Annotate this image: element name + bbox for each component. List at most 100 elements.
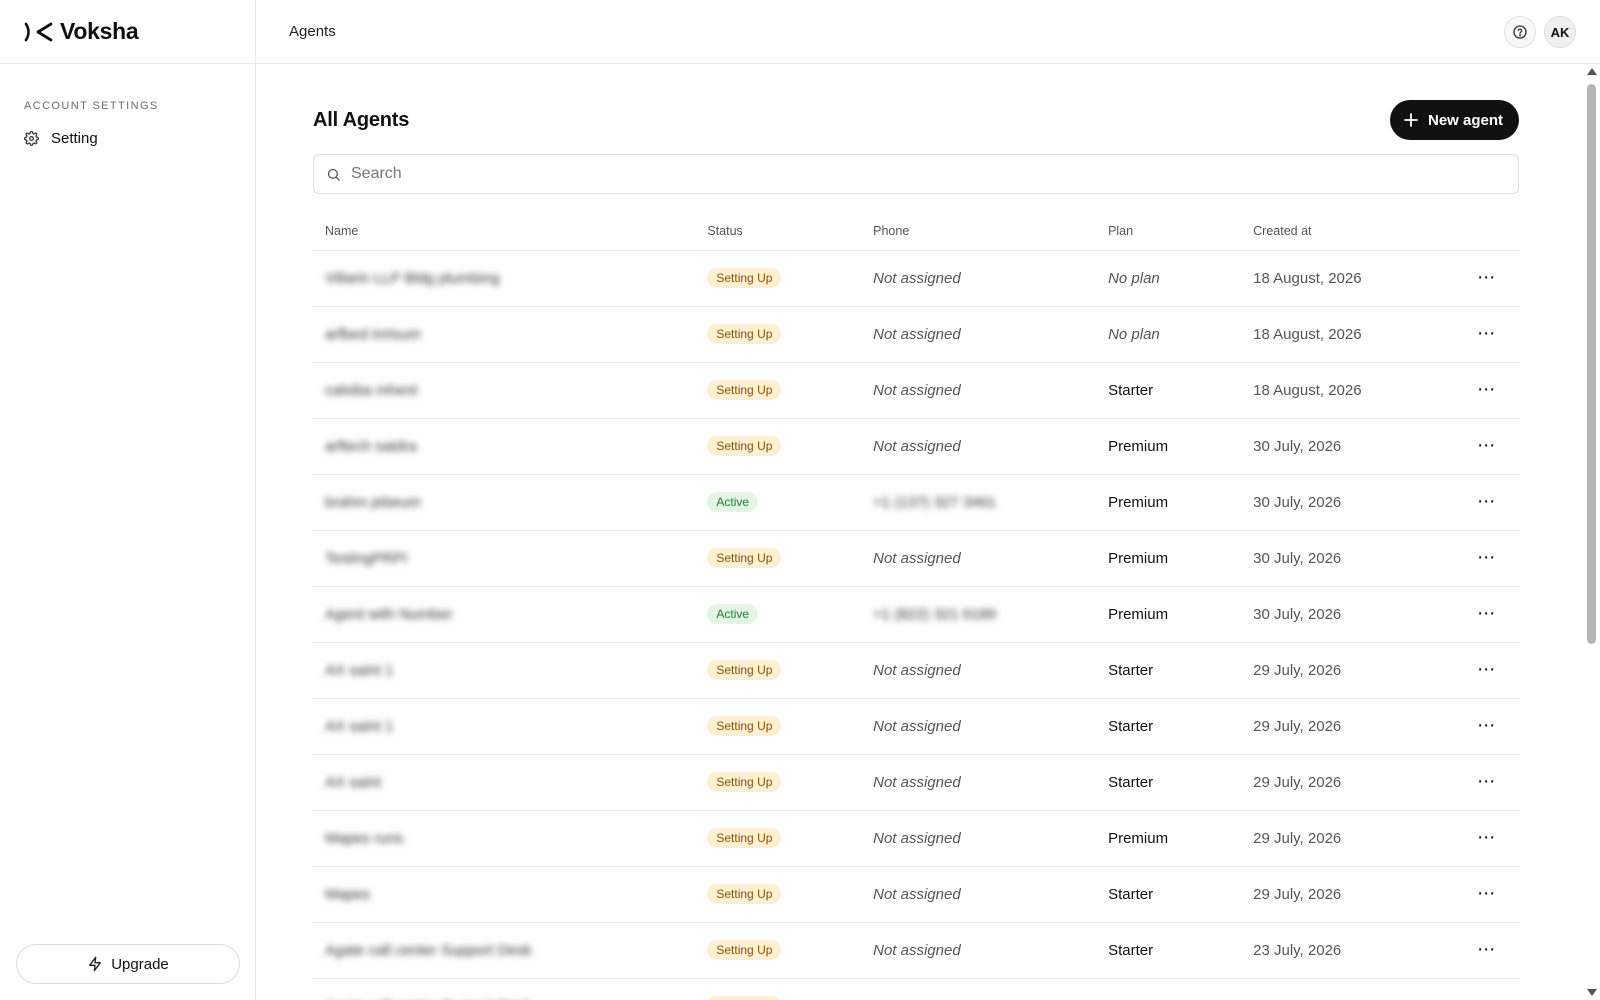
plan-cell: Starter (1096, 642, 1242, 699)
scroll-up-arrow-icon[interactable] (1587, 68, 1597, 75)
table-header-row: Name Status Phone Plan Created at (313, 212, 1519, 251)
created-cell: 18 August, 2026 (1241, 250, 1460, 307)
plan-cell: Premium (1096, 530, 1242, 587)
agent-name-cell[interactable]: Agate call center Support Desk (313, 978, 696, 1000)
search-input[interactable] (351, 165, 1518, 183)
agent-name-cell[interactable]: Agate call center Support Desk (313, 922, 696, 979)
plan-cell: No plan (1096, 250, 1242, 307)
agent-name-cell[interactable]: Mapes (313, 866, 696, 923)
more-horizontal-icon[interactable]: ⋯ (1471, 604, 1502, 622)
more-horizontal-icon[interactable]: ⋯ (1471, 660, 1502, 678)
agent-name: Agent with Number (325, 605, 453, 623)
agent-name-cell[interactable]: AX saint 1 (313, 698, 696, 755)
sidebar-item-setting[interactable]: Setting (24, 126, 231, 150)
status-badge: Setting Up (707, 996, 782, 1000)
agent-name-cell[interactable]: calsiba mhent (313, 362, 696, 419)
main-content: All Agents New agent Name Status Phone (256, 64, 1584, 1000)
plan-cell: Premium (1096, 810, 1242, 867)
avatar[interactable]: AK (1544, 16, 1576, 48)
search-icon (327, 168, 340, 181)
created-date: 30 July, 2026 (1253, 549, 1342, 567)
agent-name-cell[interactable]: brahm jebeum (313, 474, 696, 531)
agent-name: brahm jebeum (325, 493, 421, 511)
status-badge: Setting Up (707, 940, 782, 960)
scroll-thumb[interactable] (1587, 84, 1596, 644)
more-horizontal-icon[interactable]: ⋯ (1471, 436, 1502, 454)
account-settings-section: ACCOUNT SETTINGS Setting (0, 64, 255, 150)
more-horizontal-icon[interactable]: ⋯ (1471, 884, 1502, 902)
section-heading: ACCOUNT SETTINGS (24, 100, 159, 112)
new-agent-button[interactable]: New agent (1389, 100, 1519, 140)
phone-cell: Not assigned (861, 754, 1097, 811)
agent-name: Mapes (325, 885, 371, 903)
scroll-down-arrow-icon[interactable] (1587, 989, 1597, 996)
agent-name-cell[interactable]: Mapes runs (313, 810, 696, 867)
column-header-name[interactable]: Name (313, 212, 696, 251)
table-row[interactable]: Agate call center Support Desk Setting Up… (313, 978, 1519, 1000)
table-row[interactable]: AX saint Setting Up Not assigned Starter 29 … (313, 754, 1519, 811)
more-horizontal-icon[interactable]: ⋯ (1471, 268, 1502, 286)
breadcrumb[interactable]: Agents (289, 23, 336, 40)
more-horizontal-icon[interactable]: ⋯ (1471, 940, 1502, 958)
table-row[interactable]: brahm jebeum Active +1 (137) 327 3461 Premi… (313, 474, 1519, 531)
agent-name-cell[interactable]: Agent with Number (313, 586, 696, 643)
table-row[interactable]: Mapes Setting Up Not assigned Starter 29 Jul… (313, 866, 1519, 923)
agent-name-cell[interactable]: TestingPRPI (313, 530, 696, 587)
more-horizontal-icon[interactable]: ⋯ (1471, 772, 1502, 790)
created-cell: 29 July, 2026 (1241, 642, 1460, 699)
column-header-status[interactable]: Status (695, 212, 862, 251)
table-row[interactable]: TestingPRPI Setting Up Not assigned Premium… (313, 530, 1519, 587)
actions-cell: ⋯ (1459, 978, 1519, 1000)
table-row[interactable]: arftech satdra Setting Up Not assigned Prem… (313, 418, 1519, 475)
brand[interactable]: Voksha (0, 0, 255, 64)
plan-value: Starter (1108, 773, 1154, 791)
agent-name-cell[interactable]: arftech satdra (313, 418, 696, 475)
agent-name-cell[interactable]: arfbed inrtsum (313, 306, 696, 363)
more-horizontal-icon[interactable]: ⋯ (1471, 548, 1502, 566)
phone-cell: Not assigned (861, 810, 1097, 867)
column-header-plan[interactable]: Plan (1096, 212, 1242, 251)
table-row[interactable]: Villarin LLP Bldg plumbing Setting Up Not … (313, 250, 1519, 307)
status-cell: Setting Up (695, 810, 862, 867)
more-horizontal-icon[interactable]: ⋯ (1471, 380, 1502, 398)
search-box[interactable] (313, 154, 1519, 194)
status-cell: Setting Up (695, 306, 862, 363)
column-header-phone[interactable]: Phone (861, 212, 1097, 251)
agent-name-cell[interactable]: AX saint 1 (313, 642, 696, 699)
table-row[interactable]: AX saint 1 Setting Up Not assigned Starter 2… (313, 698, 1519, 755)
agent-name-cell[interactable]: AX saint (313, 754, 696, 811)
plan-value: Starter (1108, 885, 1154, 903)
actions-cell: ⋯ (1459, 530, 1519, 587)
status-badge: Setting Up (707, 884, 782, 904)
more-horizontal-icon[interactable]: ⋯ (1471, 716, 1502, 734)
status-cell: Setting Up (695, 698, 862, 755)
more-horizontal-icon[interactable]: ⋯ (1471, 324, 1502, 342)
topbar: Agents AK (256, 0, 1600, 64)
agents-table: Name Status Phone Plan Created at Villar… (313, 212, 1519, 1000)
more-horizontal-icon[interactable]: ⋯ (1471, 492, 1502, 510)
agent-name: Villarin LLP Bldg plumbing (325, 269, 500, 287)
column-header-created-at[interactable]: Created at (1241, 212, 1460, 251)
plan-value: Starter (1108, 661, 1154, 679)
actions-cell: ⋯ (1459, 250, 1519, 307)
table-row[interactable]: Mapes runs Setting Up Not assigned Premium 2… (313, 810, 1519, 867)
phone-value: Not assigned (873, 381, 961, 399)
status-cell: Active (695, 586, 862, 643)
agent-name: arftech satdra (325, 437, 417, 455)
table-row[interactable]: Agent with Number Active +1 (822) 321 6189… (313, 586, 1519, 643)
phone-cell: Not assigned (861, 642, 1097, 699)
table-row[interactable]: arfbed inrtsum Setting Up Not assigned No p… (313, 306, 1519, 363)
plan-cell: Premium (1096, 474, 1242, 531)
status-cell: Setting Up (695, 978, 862, 1000)
table-row[interactable]: AX saint 1 Setting Up Not assigned Starter 2… (313, 642, 1519, 699)
scrollbar[interactable] (1584, 64, 1600, 1000)
agent-name-cell[interactable]: Villarin LLP Bldg plumbing (313, 250, 696, 307)
table-row[interactable]: calsiba mhent Setting Up Not assigned Start… (313, 362, 1519, 419)
help-button[interactable] (1504, 16, 1536, 48)
more-horizontal-icon[interactable]: ⋯ (1471, 828, 1502, 846)
phone-value: Not assigned (873, 661, 961, 679)
agent-name: AX saint 1 (325, 717, 394, 735)
upgrade-button[interactable]: Upgrade (16, 944, 240, 984)
plan-cell: Starter (1096, 866, 1242, 923)
table-row[interactable]: Agate call center Support Desk Setting Up… (313, 922, 1519, 979)
